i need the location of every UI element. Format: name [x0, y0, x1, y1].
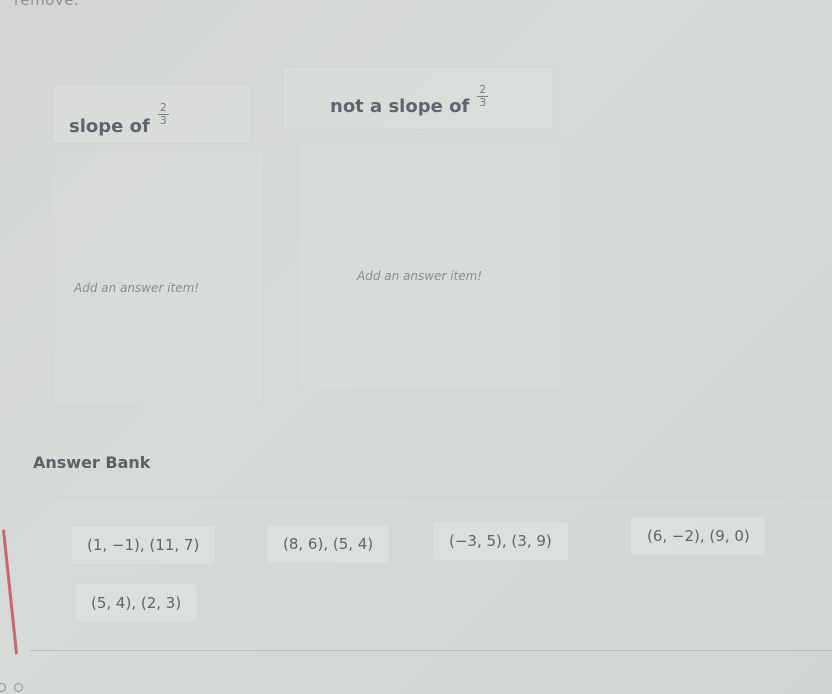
- category-header: not a slope of 2 3: [282, 66, 554, 130]
- drop-zone-placeholder: Add an answer item!: [74, 281, 200, 295]
- divider: [30, 650, 832, 651]
- fraction-two-thirds: 2 3: [157, 100, 169, 127]
- answer-item[interactable]: (6, −2), (9, 0): [630, 516, 767, 556]
- accent-border-line: [2, 529, 19, 655]
- circle-icon: [14, 683, 23, 692]
- drop-zone-slope-of[interactable]: Add an answer item!: [52, 150, 264, 405]
- circle-icon: [0, 683, 6, 692]
- answer-bank-title: Answer Bank: [33, 453, 151, 472]
- drop-zone-placeholder: Add an answer item!: [357, 269, 483, 283]
- category-title: slope of: [69, 115, 150, 137]
- answer-item[interactable]: (5, 4), (2, 3): [74, 583, 199, 623]
- drop-zone-not-a-slope-of[interactable]: Add an answer item!: [298, 142, 562, 390]
- answer-item[interactable]: (1, −1), (11, 7): [70, 525, 217, 565]
- category-title: not a slope of: [330, 95, 470, 117]
- answer-item[interactable]: (8, 6), (5, 4): [266, 524, 391, 564]
- answer-item[interactable]: (−3, 5), (3, 9): [432, 521, 569, 561]
- top-partial-text: remove.: [14, 0, 80, 9]
- fraction-two-thirds: 2 3: [477, 82, 489, 109]
- category-header: slope of 2 3: [52, 84, 252, 144]
